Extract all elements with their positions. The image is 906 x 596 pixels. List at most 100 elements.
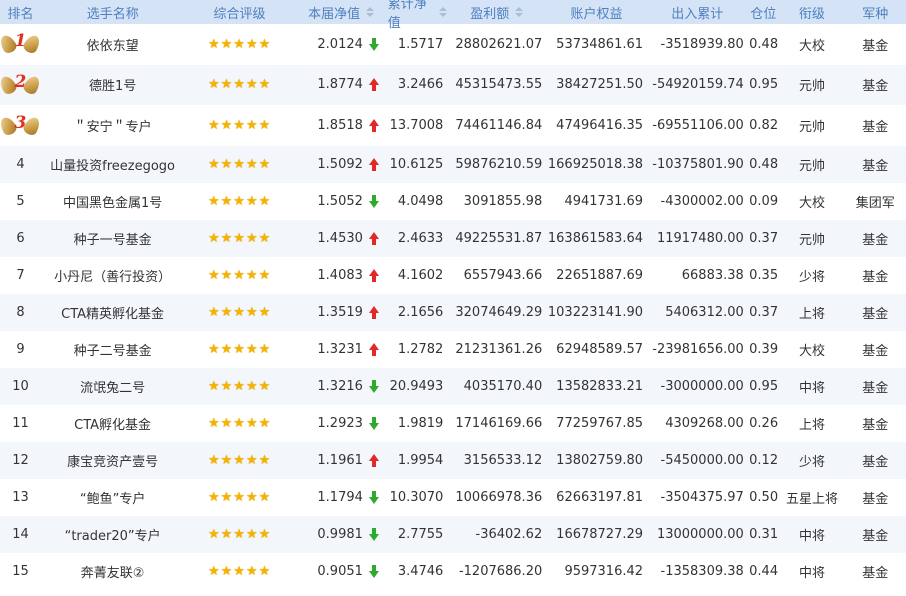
rank-number: 9 [16, 341, 25, 357]
rating-cell: ★ ★ ★ ★ ★ [184, 331, 294, 368]
flow-value: -3504375.97 [660, 489, 744, 505]
sort-icon[interactable] [439, 7, 448, 17]
header-cum-nav[interactable]: 累计净值 [388, 0, 448, 31]
header-flow[interactable]: 出入累计 [647, 0, 748, 24]
player-name-link[interactable]: “trader20”专户 [41, 516, 184, 553]
header-rank-title[interactable]: 衔级 [779, 0, 844, 24]
header-name[interactable]: 选手名称 [41, 0, 185, 24]
header-nav[interactable]: 本届净值 [295, 0, 388, 24]
star-icon: ★ [245, 489, 258, 505]
table-row[interactable]: 8 CTA精英孵化基金 ★ ★ ★ ★ ★ 1.3519 2.1656 32074649.29 10… [0, 293, 906, 331]
star-icon: ★ [207, 415, 220, 431]
cum-nav-cell: 20.9493 [388, 368, 448, 405]
header-rank[interactable]: 排名 [0, 0, 41, 24]
flow-cell: -10375801.90 [647, 146, 748, 183]
sort-icon[interactable] [366, 7, 375, 17]
nav-cell: 1.3216 [294, 368, 369, 405]
profit-cell: 59876210.59 [447, 146, 546, 183]
profit-value: -36402.62 [475, 526, 543, 542]
header-type[interactable]: 军种 [844, 0, 906, 24]
table-row[interactable]: 7 小丹尼（善行投资） ★ ★ ★ ★ ★ 1.4083 4.1602 6557943.66 226… [0, 257, 906, 294]
cum-nav-value: 1.9954 [397, 452, 444, 468]
position-value: 0.09 [749, 193, 779, 209]
table-row[interactable]: 11 CTA孵化基金 ★ ★ ★ ★ ★ 1.2923 1.9819 17146169.66 772… [0, 405, 906, 442]
rank-number: 3 [14, 112, 27, 133]
rank-title-cell: 中将 [779, 368, 844, 405]
profit-cell: -1207686.20 [447, 553, 546, 590]
nav-value: 1.3231 [317, 341, 363, 357]
table-row[interactable]: 5 中国黑色金属1号 ★ ★ ★ ★ ★ 1.5052 4.0498 3091855.98 4941… [0, 183, 906, 220]
star-icon: ★ [233, 156, 245, 172]
equity-value: 77259767.85 [556, 415, 644, 431]
table-row[interactable]: 12 康宝竞资产壹号 ★ ★ ★ ★ ★ 1.1961 1.9954 3156533.12 1380… [0, 441, 906, 479]
player-name-link[interactable]: 奔菁友联② [41, 553, 184, 590]
player-name-link[interactable]: 山量投资freezegogo [41, 146, 184, 183]
flow-cell: -3000000.00 [647, 368, 748, 405]
header-position[interactable]: 仓位 [748, 0, 780, 24]
table-row[interactable]: 15 奔菁友联② ★ ★ ★ ★ ★ 0.9051 3.4746 -1207686.20 95973… [0, 553, 906, 590]
trend-cell [368, 257, 388, 294]
star-icon: ★ [245, 193, 258, 209]
player-name: 流氓兔二号 [80, 380, 146, 396]
flow-cell: -69551106.00 [647, 105, 748, 146]
player-name-link[interactable]: 德胜1号 [41, 65, 184, 106]
player-name-link[interactable]: 中国黑色金属1号 [41, 183, 184, 220]
position-value: 0.35 [749, 267, 779, 283]
table-row[interactable]: 1 依依东望 ★ ★ ★ ★ ★ 2.0124 1.5717 28802621.07 5373486… [0, 24, 906, 65]
trend-cell [368, 65, 388, 106]
player-name-link[interactable]: 种子二号基金 [41, 331, 184, 368]
header-flow-label: 出入累计 [671, 6, 724, 22]
position-value: 0.26 [749, 415, 779, 431]
player-name-link[interactable]: 依依东望 [41, 24, 184, 65]
star-icon: ★ [245, 267, 258, 283]
player-name-link[interactable]: 流氓兔二号 [41, 368, 184, 405]
star-icon: ★ [207, 36, 220, 52]
nav-value: 1.4530 [317, 230, 363, 246]
table-row[interactable]: 6 种子一号基金 ★ ★ ★ ★ ★ 1.4530 2.4633 49225531.87 16386… [0, 219, 906, 257]
cum-nav-value: 3.2466 [397, 77, 444, 93]
nav-cell: 1.4530 [294, 220, 369, 257]
player-name-link[interactable]: ＂安宁＂专户 [41, 105, 184, 146]
table-row[interactable]: 4 山量投资freezegogo ★ ★ ★ ★ ★ 1.5092 10.6125 5987621… [0, 145, 906, 183]
position-value: 0.39 [749, 341, 779, 357]
profit-value: 10066978.36 [455, 489, 543, 505]
cum-nav-cell: 4.1602 [388, 257, 448, 294]
player-name-link[interactable]: “鲍鱼”专户 [41, 479, 184, 516]
type-cell: 基金 [845, 105, 906, 146]
player-name-link[interactable]: 小丹尼（善行投资） [41, 257, 184, 294]
header-equity[interactable]: 账户权益 [546, 0, 647, 24]
header-profit[interactable]: 盈利额 [447, 0, 546, 24]
green-down-arrow-icon [368, 37, 380, 51]
table-row[interactable]: 14 “trader20”专户 ★ ★ ★ ★ ★ 0.9981 2.7755 -36402.62… [0, 515, 906, 553]
rank-cell: 3 [0, 105, 44, 146]
star-icon: ★ [220, 156, 233, 172]
position-cell: 0.37 [748, 294, 780, 331]
rank-number: 11 [12, 415, 29, 431]
player-name-link[interactable]: 康宝竞资产壹号 [41, 442, 184, 479]
green-down-arrow-icon [368, 194, 380, 208]
table-row[interactable]: 10 流氓兔二号 ★ ★ ★ ★ ★ 1.3216 20.9493 4035170.40 13582… [0, 367, 906, 405]
rating-cell: ★ ★ ★ ★ ★ [184, 183, 294, 220]
profit-value: 21231361.26 [455, 341, 543, 357]
type-value: 基金 [862, 380, 889, 396]
table-row[interactable]: 13 “鲍鱼”专户 ★ ★ ★ ★ ★ 1.1794 10.3070 10066978.36 626… [0, 479, 906, 516]
nav-value: 1.3519 [317, 304, 363, 320]
player-name-link[interactable]: 种子一号基金 [41, 220, 184, 257]
player-name: ＂安宁＂专户 [73, 120, 152, 136]
sort-icon[interactable] [515, 7, 524, 17]
table-row[interactable]: 3 ＂安宁＂专户 ★ ★ ★ ★ ★ 1.8518 13.7008 74461146.84 4749… [0, 105, 906, 146]
player-name-link[interactable]: CTA孵化基金 [41, 405, 184, 442]
type-value: 基金 [862, 269, 889, 285]
player-name-link[interactable]: CTA精英孵化基金 [41, 294, 184, 331]
rating-cell: ★ ★ ★ ★ ★ [184, 479, 294, 516]
table-row[interactable]: 9 种子二号基金 ★ ★ ★ ★ ★ 1.3231 1.2782 21231361.26 62948… [0, 331, 906, 368]
rating-cell: ★ ★ ★ ★ ★ [184, 294, 294, 331]
header-rating[interactable]: 综合评级 [185, 0, 295, 24]
star-icon: ★ [233, 415, 245, 431]
nav-value: 1.8518 [317, 118, 363, 134]
cum-nav-cell: 1.9954 [388, 442, 448, 479]
table-row[interactable]: 2 德胜1号 ★ ★ ★ ★ ★ 1.8774 3.2466 45315473.55 3842725… [0, 64, 906, 106]
star-icon: ★ [233, 118, 245, 134]
star-icon: ★ [245, 36, 258, 52]
nav-value: 1.1961 [317, 452, 363, 468]
